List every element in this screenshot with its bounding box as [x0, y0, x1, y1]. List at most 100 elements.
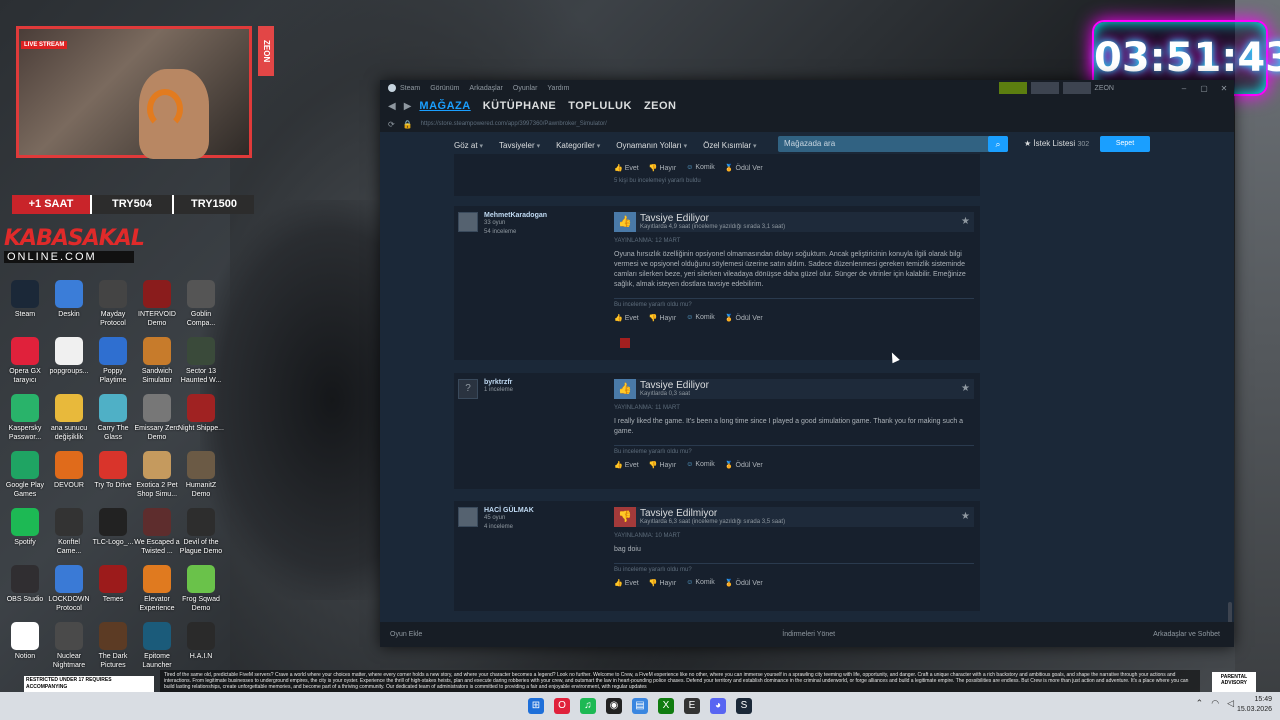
author-name[interactable]: HACİ GÜLMAK: [458, 507, 608, 514]
vote-yes-button[interactable]: 👍 Evet: [614, 314, 639, 322]
desktop-icon[interactable]: Temes: [89, 565, 137, 621]
desktop-icon[interactable]: DEVOUR: [45, 451, 93, 507]
explorer-icon[interactable]: ▤: [632, 698, 648, 714]
url-text[interactable]: https://store.steampowered.com/app/39973…: [421, 121, 607, 127]
tab-community[interactable]: TOPLULUK: [568, 100, 632, 112]
spotify-icon[interactable]: ♫: [580, 698, 596, 714]
desktop-icon[interactable]: Try To Drive: [89, 451, 137, 507]
clock[interactable]: 15:49 15.03.2026: [1237, 695, 1272, 715]
desktop-icon[interactable]: Night Shippe...: [177, 394, 225, 450]
review-author[interactable]: HACİ GÜLMAK 45 oyun 4 inceleme: [458, 507, 608, 532]
scrollbar-thumb[interactable]: [1228, 602, 1232, 622]
desktop-icon[interactable]: LOCKDOWN Protocol: [45, 565, 93, 621]
desktop-icon[interactable]: Steam: [1, 280, 49, 336]
announcements-button[interactable]: [1030, 82, 1059, 94]
author-name[interactable]: MehmetKaradogan: [458, 212, 608, 219]
browser-icon[interactable]: ◉: [606, 698, 622, 714]
wifi-icon[interactable]: ◠: [1211, 698, 1219, 709]
tab-profile[interactable]: ZEON: [644, 100, 677, 112]
desktop-icon[interactable]: ana sunucu değişiklik: [45, 394, 93, 450]
desktop-icon[interactable]: popgroups...: [45, 337, 93, 393]
nav-recommendations[interactable]: Tavsiyeler: [499, 141, 540, 150]
desktop-icon[interactable]: We Escaped a Twisted ...: [133, 508, 181, 564]
desktop-icon[interactable]: INTERVOID Demo: [133, 280, 181, 336]
desktop-icon[interactable]: Opera GX tarayıcı: [1, 337, 49, 393]
friends-button[interactable]: [998, 82, 1027, 94]
desktop-icon[interactable]: Deskin: [45, 280, 93, 336]
desktop-icon[interactable]: Exotica 2 Pet Shop Simu...: [133, 451, 181, 507]
nav-browse[interactable]: Göz at: [454, 141, 483, 150]
desktop-icon[interactable]: Sector 13 Haunted W...: [177, 337, 225, 393]
volume-icon[interactable]: ◁: [1227, 698, 1234, 709]
back-arrow-icon[interactable]: ◀: [388, 101, 396, 112]
windows-start-icon[interactable]: ⊞: [528, 698, 544, 714]
menu-help[interactable]: Yardım: [547, 85, 569, 92]
desktop-icon[interactable]: Carry The Glass: [89, 394, 137, 450]
vote-yes-button[interactable]: 👍 Evet: [614, 164, 639, 172]
vote-yes-button[interactable]: 👍 Evet: [614, 461, 639, 469]
account-menu[interactable]: ZEON: [1095, 85, 1114, 92]
desktop-icon[interactable]: TLC-Logo_...: [89, 508, 137, 564]
close-icon[interactable]: ✕: [1214, 84, 1234, 93]
award-button[interactable]: 🏅 Ödül Ver: [725, 314, 763, 322]
menu-games[interactable]: Oyunlar: [513, 85, 538, 92]
desktop-icon[interactable]: Spotify: [1, 508, 49, 564]
desktop-icon[interactable]: Nuclear Nightmare: [45, 622, 93, 678]
tab-library[interactable]: KÜTÜPHANE: [483, 100, 557, 112]
reload-icon[interactable]: ⟳: [388, 120, 395, 129]
review-author[interactable]: MehmetKaradogan 33 oyun 54 inceleme: [458, 212, 608, 237]
vote-no-button[interactable]: 👎 Hayır: [649, 461, 676, 469]
desktop-icon[interactable]: OBS Studio: [1, 565, 49, 621]
author-reviews[interactable]: 1 inceleme: [458, 386, 608, 395]
add-game-button[interactable]: Oyun Ekle: [390, 631, 422, 638]
desktop-icon[interactable]: The Dark Pictures: [89, 622, 137, 678]
desktop-icon[interactable]: Kaspersky Passwor...: [1, 394, 49, 450]
star-icon[interactable]: ★: [961, 216, 970, 227]
desktop-icon[interactable]: Google Play Games: [1, 451, 49, 507]
store-search-input[interactable]: Mağazada ara: [778, 136, 1008, 152]
desktop-icon[interactable]: Elevator Experience: [133, 565, 181, 621]
epic-games-icon[interactable]: E: [684, 698, 700, 714]
steam-taskbar-icon[interactable]: S: [736, 698, 752, 714]
avatar[interactable]: [458, 507, 478, 527]
opera-icon[interactable]: O: [554, 698, 570, 714]
author-name[interactable]: byrktrzfr: [458, 379, 608, 386]
vote-funny-button[interactable]: ☺ Komik: [686, 461, 715, 469]
author-reviews[interactable]: 54 inceleme: [458, 228, 608, 237]
minimize-icon[interactable]: –: [1174, 84, 1194, 93]
author-reviews[interactable]: 4 inceleme: [458, 523, 608, 532]
maximize-icon[interactable]: ▢: [1194, 84, 1214, 93]
award-button[interactable]: 🏅 Ödül Ver: [725, 461, 763, 469]
desktop-icon[interactable]: Emissary Zero Demo: [133, 394, 181, 450]
award-badge-icon[interactable]: [620, 338, 630, 348]
desktop-icon[interactable]: Konftel Came...: [45, 508, 93, 564]
menu-steam[interactable]: Steam: [400, 85, 420, 92]
manage-downloads-button[interactable]: İndirmeleri Yönet: [782, 631, 835, 638]
award-button[interactable]: 🏅 Ödül Ver: [725, 164, 763, 172]
star-icon[interactable]: ★: [961, 511, 970, 522]
nav-special-sections[interactable]: Özel Kısımlar: [703, 141, 756, 150]
nav-categories[interactable]: Kategoriler: [556, 141, 600, 150]
desktop-icon[interactable]: Frog Sqwad Demo: [177, 565, 225, 621]
vote-funny-button[interactable]: ☺ Komik: [686, 579, 715, 587]
star-icon[interactable]: ★: [961, 383, 970, 394]
desktop-icon[interactable]: Devil of the Plague Demo: [177, 508, 225, 564]
vote-no-button[interactable]: 👎 Hayır: [649, 164, 676, 172]
wishlist-link[interactable]: ★ İstek Listesi 302: [1024, 136, 1089, 153]
vote-no-button[interactable]: 👎 Hayır: [649, 579, 676, 587]
search-icon[interactable]: ⌕: [988, 136, 1008, 152]
menu-view[interactable]: Görünüm: [430, 85, 459, 92]
vote-no-button[interactable]: 👎 Hayır: [649, 314, 676, 322]
desktop-icon[interactable]: Notion: [1, 622, 49, 678]
desktop-icon[interactable]: Poppy Playtime: [89, 337, 137, 393]
desktop-icon[interactable]: Goblin Compa...: [177, 280, 225, 336]
cart-button[interactable]: Sepet: [1100, 136, 1150, 152]
desktop-icon[interactable]: Mayday Protocol: [89, 280, 137, 336]
review-author[interactable]: ? byrktrzfr 1 inceleme: [458, 379, 608, 399]
notifications-button[interactable]: [1062, 82, 1091, 94]
vote-funny-button[interactable]: ☺ Komik: [686, 164, 715, 172]
avatar[interactable]: ?: [458, 379, 478, 399]
forward-arrow-icon[interactable]: ▶: [404, 101, 412, 112]
friends-chat-button[interactable]: Arkadaşlar ve Sohbet: [1153, 631, 1220, 638]
desktop-icon[interactable]: HumanitZ Demo: [177, 451, 225, 507]
